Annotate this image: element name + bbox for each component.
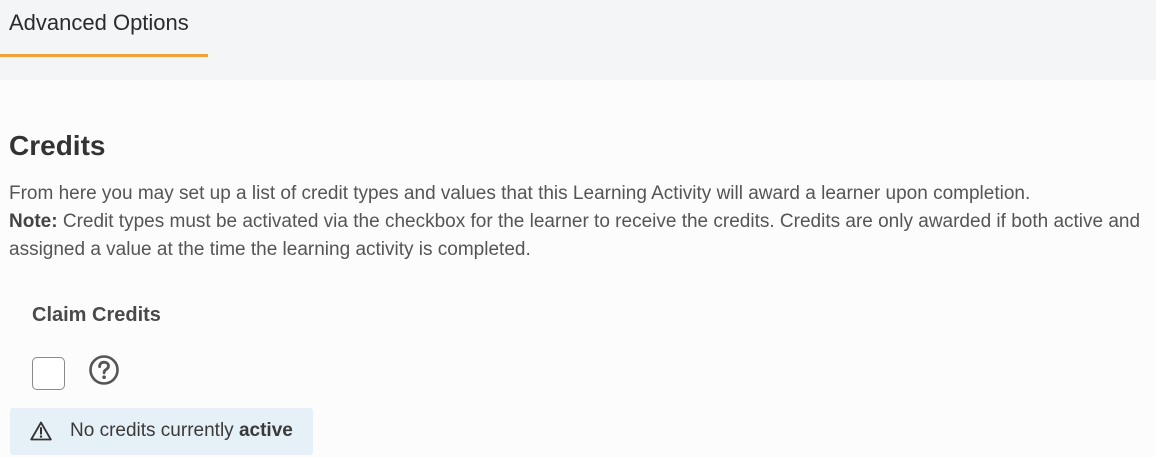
note-line-continued: assigned a value at the time the learnin… [9, 239, 531, 260]
no-credits-notice: No credits currently active [10, 408, 313, 455]
notice-message: No credits currently [70, 420, 239, 441]
section-title: Credits [9, 130, 106, 161]
description-line: From here you may set up a list of credi… [9, 183, 1031, 204]
question-circle-icon[interactable] [88, 354, 120, 386]
tab-bar: Advanced Options [0, 0, 1156, 80]
claim-credits-label: Claim Credits [32, 304, 161, 326]
warning-triangle-icon [30, 421, 52, 441]
note-line: Note: Credit types must be activated via… [9, 208, 1156, 236]
claim-credits-checkbox[interactable] [32, 357, 65, 390]
note-label: Note: [9, 211, 58, 232]
credits-description: From here you may set up a list of credi… [9, 180, 1156, 264]
notice-text: No credits currently active [70, 420, 293, 442]
notice-emphasis: active [238, 420, 293, 441]
note-text: Credit types must be activated via the c… [57, 211, 1141, 232]
tab-advanced-options[interactable]: Advanced Options [0, 0, 208, 57]
